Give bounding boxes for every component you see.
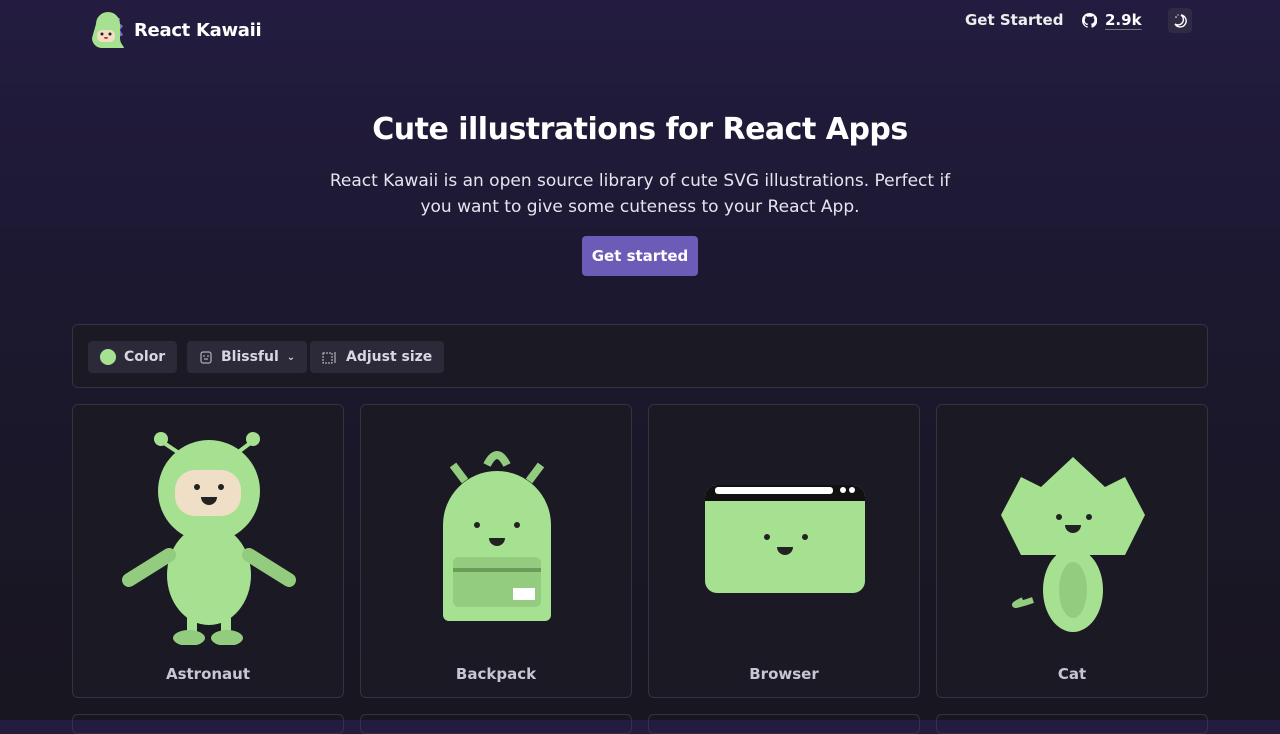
- illustration-card[interactable]: Astronaut: [72, 404, 344, 698]
- astronaut-illustration: [122, 432, 296, 645]
- get-started-button[interactable]: Get started: [582, 236, 698, 276]
- github-link[interactable]: 2.9k: [1082, 11, 1142, 29]
- color-label: Color: [124, 349, 166, 365]
- color-picker-button[interactable]: Color: [88, 341, 178, 373]
- color-swatch-icon: [100, 349, 116, 365]
- adjust-size-button[interactable]: Adjust size: [310, 341, 445, 373]
- card-label: Cat: [1057, 665, 1087, 683]
- github-icon: [1082, 12, 1097, 28]
- mood-label: Blissful: [221, 349, 279, 365]
- illustration-card[interactable]: [648, 714, 920, 734]
- theme-toggle-button[interactable]: [1168, 8, 1192, 33]
- illustration-card[interactable]: [360, 714, 632, 734]
- mood-dropdown[interactable]: Blissful ⌄: [187, 341, 308, 373]
- get-started-link[interactable]: Get Started: [965, 11, 1063, 29]
- illustration-card[interactable]: Backpack: [360, 404, 632, 698]
- moon-icon: [1174, 13, 1187, 28]
- hero-subtitle: React Kawaii is an open source library o…: [329, 171, 951, 217]
- browser-illustration: [705, 485, 865, 593]
- github-stars: 2.9k: [1105, 11, 1142, 29]
- adjust-size-label: Adjust size: [346, 349, 433, 365]
- customization-toolbar: Color Blissful ⌄ Adjust size: [72, 324, 1208, 388]
- dino-logo-icon: [92, 12, 124, 48]
- brand-logo[interactable]: React Kawaii: [88, 10, 262, 50]
- chevron-down-icon: ⌄: [286, 351, 296, 363]
- resize-icon: [322, 352, 336, 364]
- card-label: Backpack: [455, 665, 537, 683]
- face-icon: [200, 351, 212, 364]
- backpack-illustration: [443, 451, 551, 621]
- top-nav: React Kawaii Get Started 2.9k: [0, 0, 1280, 60]
- illustration-card[interactable]: Cat: [936, 404, 1208, 698]
- cat-illustration: [1001, 457, 1145, 632]
- brand-name: React Kawaii: [134, 19, 262, 41]
- hero-title: Cute illustrations for React Apps: [372, 112, 908, 147]
- card-label: Browser: [749, 665, 819, 683]
- illustration-card[interactable]: [936, 714, 1208, 734]
- illustration-card[interactable]: Browser: [648, 404, 920, 698]
- card-label: Astronaut: [165, 665, 251, 683]
- illustration-card[interactable]: [72, 714, 344, 734]
